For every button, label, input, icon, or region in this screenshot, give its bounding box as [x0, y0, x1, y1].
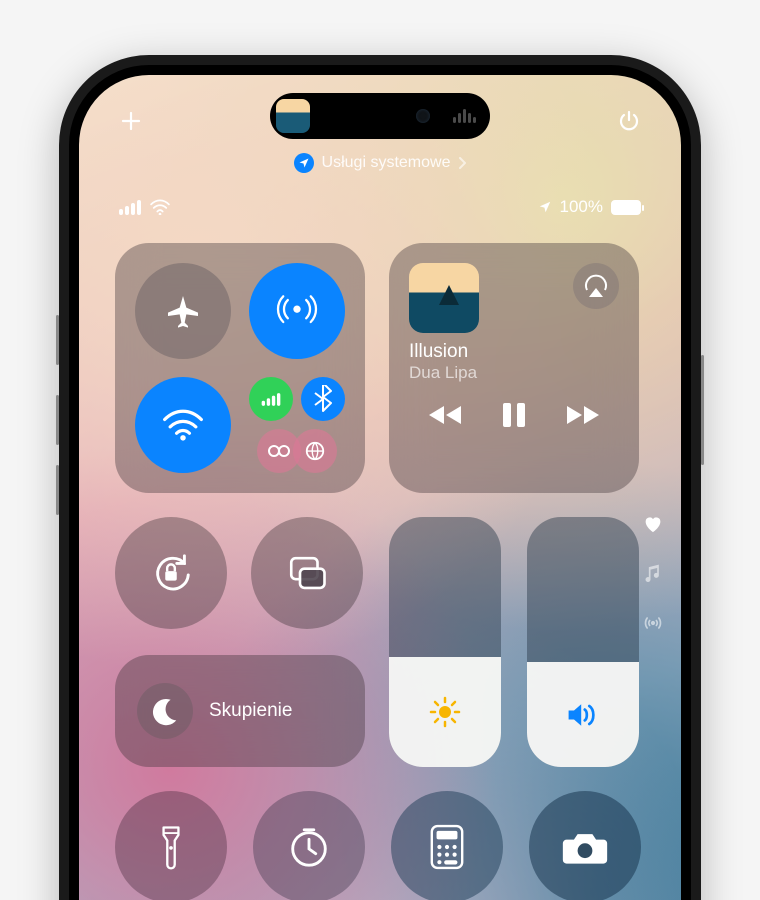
calculator-icon [428, 823, 466, 871]
wifi-toggle[interactable] [135, 377, 231, 473]
orientation-lock-icon [148, 550, 194, 596]
wifi-toggle-icon [161, 408, 205, 442]
pager-music-icon[interactable] [644, 563, 662, 583]
calculator-button[interactable] [391, 791, 503, 900]
track-title: Illusion [409, 341, 619, 363]
orientation-lock-toggle[interactable] [115, 517, 227, 629]
focus-button[interactable]: Skupienie [115, 655, 365, 767]
previous-track-button[interactable] [427, 403, 463, 427]
screen-mirroring-icon [286, 554, 328, 592]
connectivity-module[interactable] [115, 243, 365, 493]
pager-favorites-icon[interactable] [643, 515, 663, 533]
next-track-button[interactable] [565, 403, 601, 427]
bluetooth-toggle[interactable] [301, 377, 345, 421]
iphone-frame: Usługi systemowe 100% [59, 55, 701, 900]
screen-mirroring-button[interactable] [251, 517, 363, 629]
volume-slider[interactable] [527, 517, 639, 767]
flashlight-button[interactable] [115, 791, 227, 900]
cellular-bars-icon [262, 393, 281, 406]
control-center-screen: Usługi systemowe 100% [79, 75, 681, 900]
airplay-button[interactable] [573, 263, 619, 309]
camera-icon [561, 828, 609, 866]
location-attribution-row[interactable]: Usługi systemowe [79, 153, 681, 173]
satellite-toggle[interactable] [293, 429, 337, 473]
wifi-icon [149, 199, 171, 215]
satellite-icon [304, 440, 326, 462]
cellular-signal-icon [119, 200, 141, 215]
hotspot-icon [267, 443, 291, 459]
now-playing-module[interactable]: Illusion Dua Lipa [389, 243, 639, 493]
sun-icon [429, 696, 461, 728]
moon-icon [137, 683, 193, 739]
airdrop-toggle[interactable] [249, 263, 345, 359]
bluetooth-icon [313, 385, 333, 413]
track-artist: Dua Lipa [409, 363, 619, 383]
status-bar: 100% [79, 197, 681, 217]
location-indicator-icon [538, 200, 552, 214]
backward-icon [427, 403, 463, 427]
connectivity-cluster[interactable] [249, 377, 345, 473]
airplane-mode-toggle[interactable] [135, 263, 231, 359]
camera-button[interactable] [529, 791, 641, 900]
pager-connectivity-icon[interactable] [643, 613, 663, 633]
now-playing-thumbnail-icon [276, 99, 310, 133]
timer-button[interactable] [253, 791, 365, 900]
pause-icon [501, 401, 527, 429]
album-art-icon [409, 263, 479, 333]
dynamic-island[interactable] [270, 93, 490, 139]
speaker-icon [565, 700, 601, 730]
location-attribution-label: Usługi systemowe [322, 154, 451, 172]
page-indicator[interactable] [643, 515, 663, 633]
timer-icon [286, 824, 332, 870]
forward-icon [565, 403, 601, 427]
airdrop-icon [275, 289, 319, 333]
front-camera-icon [416, 109, 430, 123]
focus-label: Skupienie [209, 700, 292, 722]
battery-icon [611, 200, 641, 215]
cellular-data-toggle[interactable] [249, 377, 293, 421]
flashlight-icon [158, 823, 184, 871]
power-button[interactable] [611, 103, 647, 139]
battery-percentage: 100% [560, 197, 603, 217]
location-arrow-icon [294, 153, 314, 173]
add-control-button[interactable] [113, 103, 149, 139]
chevron-right-icon [458, 157, 466, 169]
play-pause-button[interactable] [501, 401, 527, 429]
airplane-icon [163, 291, 203, 331]
audio-visualizer-icon [453, 109, 476, 123]
airplay-icon [583, 274, 609, 298]
brightness-slider[interactable] [389, 517, 501, 767]
